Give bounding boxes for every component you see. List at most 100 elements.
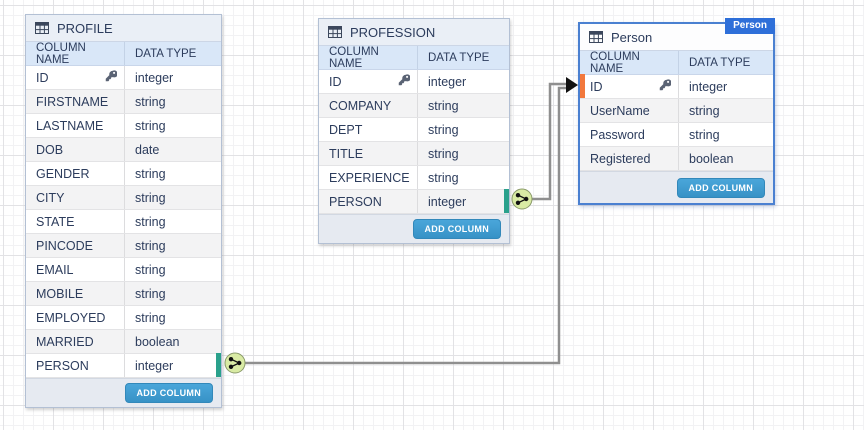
- column-data-type: string: [679, 123, 773, 146]
- column-data-type: integer: [125, 66, 221, 89]
- column-row-registered[interactable]: Registered boolean: [580, 147, 773, 171]
- column-data-type: boolean: [679, 147, 773, 170]
- column-row-company[interactable]: COMPANY string: [319, 94, 509, 118]
- column-name: DEPT: [329, 123, 362, 137]
- table-title-bar[interactable]: PROFILE: [26, 15, 221, 42]
- column-name: ID: [36, 71, 49, 85]
- column-row-password[interactable]: Passwordstring: [580, 123, 773, 147]
- table-icon: [35, 22, 49, 34]
- table-footer: ADD COLUMN: [319, 214, 509, 243]
- column-row-city[interactable]: CITY string: [26, 186, 221, 210]
- column-data-type: integer: [418, 70, 509, 93]
- column-row-id[interactable]: ID integer: [319, 70, 509, 94]
- column-name: PERSON: [329, 195, 382, 209]
- foreign-key-marker[interactable]: [504, 189, 509, 213]
- header-column-name: COLUMN NAME: [580, 51, 679, 74]
- connector-node-profession[interactable]: [512, 189, 532, 209]
- column-name: Registered: [590, 152, 650, 166]
- column-data-type: integer: [679, 75, 773, 98]
- table-footer: ADD COLUMN: [26, 378, 221, 407]
- column-data-type: date: [125, 138, 221, 161]
- column-data-type: string: [125, 282, 221, 305]
- column-row-employed[interactable]: EMPLOYED string: [26, 306, 221, 330]
- column-row-dob[interactable]: DOB date: [26, 138, 221, 162]
- table-badge: Person: [725, 18, 775, 34]
- table-column-headers: COLUMN NAMEDATA TYPE: [580, 51, 773, 75]
- column-row-email[interactable]: EMAIL string: [26, 258, 221, 282]
- column-data-type: string: [125, 306, 221, 329]
- add-column-button[interactable]: ADD COLUMN: [677, 178, 766, 198]
- column-data-type: string: [418, 166, 509, 189]
- column-row-experience[interactable]: EXPERIENCE string: [319, 166, 509, 190]
- column-data-type: string: [418, 142, 509, 165]
- column-name: UserName: [590, 104, 650, 118]
- table-column-headers: COLUMN NAMEDATA TYPE: [319, 46, 509, 70]
- primary-key-icon: [105, 70, 117, 85]
- column-row-lastname[interactable]: LASTNAME string: [26, 114, 221, 138]
- table-footer: ADD COLUMN: [580, 171, 773, 203]
- column-data-type: string: [125, 258, 221, 281]
- table-title-bar[interactable]: PROFESSION: [319, 19, 509, 46]
- column-row-title[interactable]: TITLE string: [319, 142, 509, 166]
- column-data-type: string: [418, 94, 509, 117]
- column-name: PINCODE: [36, 239, 93, 253]
- column-row-mobile[interactable]: MOBILE string: [26, 282, 221, 306]
- column-row-state[interactable]: STATEstring: [26, 210, 221, 234]
- column-row-person[interactable]: PERSON integer: [319, 190, 509, 214]
- column-name: MARRIED: [36, 335, 94, 349]
- column-data-type: integer: [418, 190, 509, 213]
- column-row-id[interactable]: ID integer: [580, 75, 773, 99]
- relationship-arrow-icon: [566, 77, 578, 93]
- column-data-type: string: [125, 90, 221, 113]
- foreign-key-marker[interactable]: [216, 353, 221, 377]
- header-data-type: DATA TYPE: [418, 46, 509, 69]
- table-card-person[interactable]: PersonPersonCOLUMN NAMEDATA TYPEIDintege…: [578, 22, 775, 205]
- column-name: DOB: [36, 143, 63, 157]
- column-name: COMPANY: [329, 99, 391, 113]
- column-row-dept[interactable]: DEPTstring: [319, 118, 509, 142]
- add-column-button[interactable]: ADD COLUMN: [125, 383, 214, 403]
- column-row-firstname[interactable]: FIRSTNAME string: [26, 90, 221, 114]
- table-title: PROFESSION: [350, 25, 435, 40]
- column-data-type: boolean: [125, 330, 221, 353]
- column-data-type: string: [125, 234, 221, 257]
- table-title: PROFILE: [57, 21, 113, 36]
- column-row-gender[interactable]: GENDER string: [26, 162, 221, 186]
- table-card-profession[interactable]: PROFESSIONCOLUMN NAMEDATA TYPEIDintegerC…: [318, 18, 510, 244]
- column-data-type: string: [679, 99, 773, 122]
- connector-node-profile[interactable]: [225, 353, 245, 373]
- reference-target-marker: [580, 74, 585, 98]
- table-title: Person: [611, 30, 652, 45]
- column-name: TITLE: [329, 147, 363, 161]
- header-data-type: DATA TYPE: [679, 51, 773, 74]
- table-icon: [328, 26, 342, 38]
- column-row-pincode[interactable]: PINCODE string: [26, 234, 221, 258]
- column-name: EXPERIENCE: [329, 171, 410, 185]
- column-row-id[interactable]: ID integer: [26, 66, 221, 90]
- column-data-type: string: [125, 162, 221, 185]
- column-data-type: string: [125, 114, 221, 137]
- column-name: CITY: [36, 191, 64, 205]
- column-name: GENDER: [36, 167, 89, 181]
- table-card-profile[interactable]: PROFILECOLUMN NAMEDATA TYPEIDintegerFIRS…: [25, 14, 222, 408]
- schema-canvas[interactable]: PROFILECOLUMN NAMEDATA TYPEIDintegerFIRS…: [0, 0, 864, 430]
- column-name: EMAIL: [36, 263, 74, 277]
- column-name: LASTNAME: [36, 119, 103, 133]
- relationship-line-profession-person: [531, 84, 566, 199]
- primary-key-icon: [398, 74, 410, 89]
- column-row-username[interactable]: UserName string: [580, 99, 773, 123]
- table-column-headers: COLUMN NAMEDATA TYPE: [26, 42, 221, 66]
- column-name: ID: [329, 75, 342, 89]
- add-column-button[interactable]: ADD COLUMN: [413, 219, 502, 239]
- table-icon: [589, 31, 603, 43]
- column-data-type: string: [125, 210, 221, 233]
- primary-key-icon: [659, 79, 671, 94]
- column-name: EMPLOYED: [36, 311, 105, 325]
- column-name: ID: [590, 80, 603, 94]
- column-row-person[interactable]: PERSONinteger: [26, 354, 221, 378]
- column-row-married[interactable]: MARRIED boolean: [26, 330, 221, 354]
- column-name: MOBILE: [36, 287, 83, 301]
- column-name: PERSON: [36, 359, 89, 373]
- column-name: FIRSTNAME: [36, 95, 108, 109]
- column-data-type: string: [125, 186, 221, 209]
